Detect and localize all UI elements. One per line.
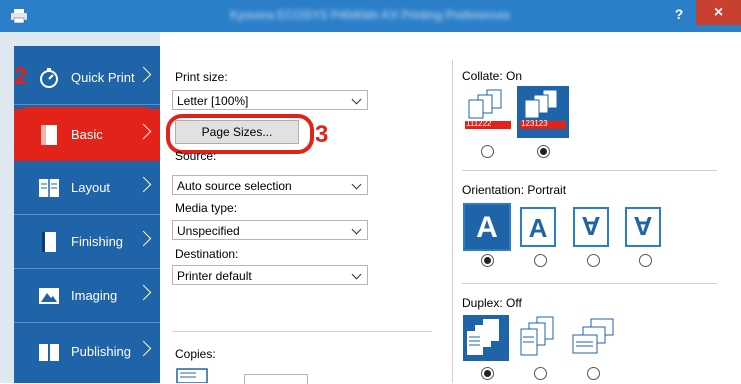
media-type-value: Unspecified [177,224,240,238]
section-divider [172,331,432,332]
basic-highlight-ring [14,107,158,159]
source-value: Auto source selection [177,179,292,193]
panel-divider [452,60,453,383]
orientation-landscape-radio[interactable] [534,254,547,267]
help-button[interactable]: ? [668,2,690,26]
chevron-right-icon [135,176,152,193]
print-size-label: Print size: [175,70,228,84]
printer-icon [11,9,27,24]
collate-on-icon[interactable]: 123123 [517,86,569,138]
sidebar-divider [14,214,160,215]
sidebar-item-label: Quick Print [71,70,135,85]
sidebar-item-label: Imaging [71,288,118,303]
source-select[interactable]: Auto source selection [172,175,368,195]
collate-off-radio[interactable] [481,145,494,158]
sidebar-item-publishing[interactable]: Publishing [14,326,160,378]
collate-label: Collate: On [462,69,523,83]
chevron-right-icon [135,340,152,357]
stopwatch-icon [40,68,58,88]
destination-value: Printer default [177,269,252,283]
orientation-landscape-icon[interactable]: A [520,207,556,247]
orientation-landscape-rotated-radio[interactable] [639,254,652,267]
title-bar: Kyocera ECOSYS P4040dn KX Printing Prefe… [0,0,741,32]
step-2-label: 2 [14,63,28,90]
finishing-icon [42,232,56,252]
orientation-portrait-icon[interactable]: A [463,203,511,251]
chevron-right-icon [135,284,152,301]
duplex-off-radio[interactable] [481,367,494,380]
orientation-portrait-radio[interactable] [481,254,494,267]
sidebar-item-label: Layout [71,180,111,195]
collate-off-icon[interactable]: 111222 [463,88,513,136]
copies-label: Copies: [175,347,216,361]
duplex-short-edge-icon[interactable] [569,315,617,361]
orientation-landscape-rotated-icon[interactable]: A [625,207,661,247]
chevron-down-icon [351,224,362,235]
publishing-icon [39,344,59,361]
sidebar-divider [14,104,160,105]
source-label: Source: [175,149,217,163]
chevron-down-icon [351,179,362,190]
chevron-right-icon [135,66,152,83]
close-button[interactable]: × [696,0,741,25]
duplex-label: Duplex: Off [462,296,522,310]
window-title: Kyocera ECOSYS P4040dn KX Printing Prefe… [230,8,511,22]
chevron-down-icon [351,94,362,105]
section-divider [462,170,717,171]
duplex-off-icon[interactable] [463,315,509,361]
duplex-long-edge-icon[interactable] [519,315,559,361]
print-size-value: Letter [100%] [177,94,249,108]
copies-icon [176,368,208,383]
sidebar-item-label: Publishing [71,344,131,359]
sidebar-divider [14,268,160,269]
layout-icon [39,179,59,197]
section-divider [462,283,717,284]
sidebar-item-label: Finishing [71,234,124,249]
sidebar-item-finishing[interactable]: Finishing [14,216,160,268]
imaging-icon [39,288,59,304]
sidebar-item-quick-print[interactable]: Quick Print [14,52,160,104]
sidebar-item-layout[interactable]: Layout [14,162,160,214]
collate-uncollated-text: 111222 [466,119,492,128]
destination-label: Destination: [175,247,239,261]
collate-collated-text: 123123 [521,119,548,128]
step-3-label: 3 [315,121,329,148]
chevron-right-icon [135,230,152,247]
media-type-select[interactable]: Unspecified [172,220,368,240]
orientation-label: Orientation: Portrait [462,183,567,197]
page-sizes-button[interactable]: Page Sizes... [175,120,299,144]
chevron-down-icon [351,269,362,280]
sidebar-divider [14,322,160,323]
duplex-long-edge-radio[interactable] [534,367,547,380]
orientation-portrait-rotated-icon[interactable]: A [573,207,609,247]
orientation-portrait-rotated-radio[interactable] [587,254,600,267]
media-type-label: Media type: [175,201,238,215]
sidebar-item-imaging[interactable]: Imaging [14,270,160,322]
collate-on-radio[interactable] [537,145,550,158]
print-size-select[interactable]: Letter [100%] [172,90,368,110]
destination-select[interactable]: Printer default [172,265,368,285]
duplex-short-edge-radio[interactable] [587,367,600,380]
